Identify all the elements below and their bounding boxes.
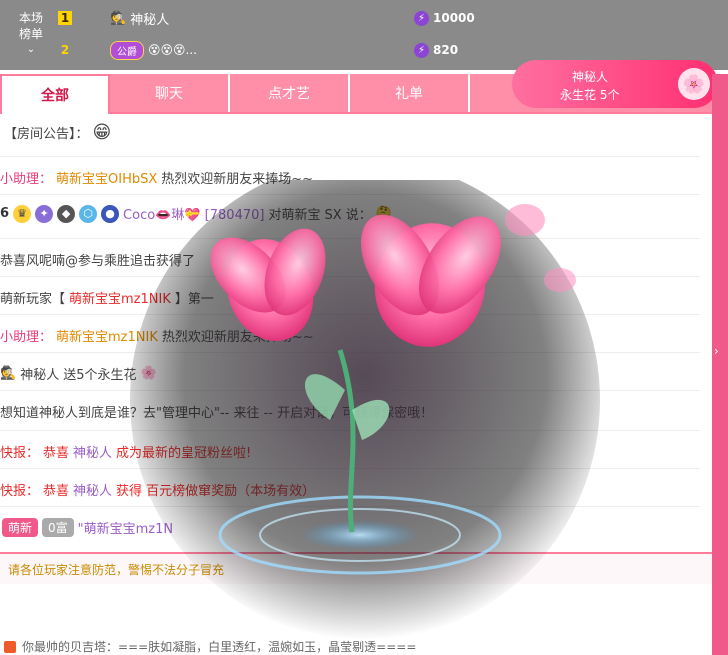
leaderboard-row[interactable]: 1 🕵 神秘人 ⚡ 10000 <box>52 6 692 30</box>
leaderboard-label-line1: 本场 <box>18 11 43 25</box>
rank-score-value: 10000 <box>433 11 475 25</box>
chat-message: 🕵 神秘人 送5个永生花 🌸 <box>0 364 700 383</box>
chat-list[interactable]: 【房间公告】： 😁 小助理： 萌新宝宝OIHbSX 热烈欢迎新朋友来捧场~~ 6… <box>0 112 712 552</box>
chat-prefix: 小助理： <box>0 172 53 187</box>
rank-name: 🕵 神秘人 <box>110 9 169 28</box>
rank-score: ⚡ 820 <box>414 42 459 58</box>
chat-message: 想知道神秘人到底是谁？去"管理中心"-- 来往 -- 开启对话，可获得保密哦！ <box>0 402 700 421</box>
wealth-tag: 0富 <box>42 518 74 537</box>
tab-gift-list[interactable]: 礼单 <box>350 74 469 112</box>
rank-number: 2 <box>60 43 70 57</box>
bottom-message: 你最帅的贝吉塔：===肤如凝脂，白里透红，温婉如玉，晶莹剔透==== <box>0 638 716 655</box>
round-medal-icon: ● <box>101 204 120 223</box>
chat-message: 萌新玩家【 萌新宝宝mz1NIK 】第一 <box>0 288 700 307</box>
bolt-icon: ⚡ <box>414 42 429 58</box>
chevron-right-icon[interactable]: › <box>714 344 719 358</box>
security-notice: 请各位玩家注意防范，警惕不法分子冒充 <box>0 552 712 584</box>
leaderboard-label-line2: 榜单 <box>18 27 43 41</box>
chat-highlight: 恭喜 <box>43 446 70 461</box>
chat-suffix: SX 说： <box>324 208 372 223</box>
chat-prefix: 快报： <box>0 484 40 499</box>
bottom-message-text: 你最帅的贝吉塔：===肤如凝脂，白里透红，温婉如玉，晶莹剔透==== <box>22 640 417 654</box>
chat-text: 【房间公告】： <box>4 127 89 142</box>
chat-message: 小助理： 萌新宝宝OIHbSX 热烈欢迎新朋友来捧场~~ <box>0 168 700 187</box>
diamond-medal-icon: ◆ <box>57 204 76 223</box>
gift-sender: 神秘人 <box>572 70 609 84</box>
tab-chat[interactable]: 聊天 <box>110 74 229 112</box>
chat-text: 】第一 <box>174 292 214 307</box>
chat-suffix: 百元榜做窜奖励（本场有效） <box>146 484 316 499</box>
crown-medal-icon: ♛ <box>13 204 32 223</box>
chat-text: 热烈欢迎新朋友来捧场~~ <box>161 330 314 345</box>
chat-username[interactable]: Coco👄琳💝 [780470] <box>123 204 264 223</box>
leaderboard-row[interactable]: 2 公爵 😵😵😵... ⚡ 820 <box>52 38 692 62</box>
chat-text: 成为最新的皇冠粉丝啦! <box>116 446 252 461</box>
chat-username[interactable]: 神秘人 <box>73 480 112 499</box>
gift-detail: 永生花 5个 <box>560 88 620 102</box>
chat-prefix: 快报： <box>0 446 40 461</box>
rank-score: ⚡ 10000 <box>414 10 475 26</box>
chat-username[interactable]: 神秘人 <box>73 442 112 461</box>
chat-prefix: 萌新玩家【 <box>0 292 66 307</box>
chat-username[interactable]: 萌新宝宝mz1NIK <box>56 326 158 345</box>
chat-text: 获得 <box>116 484 143 499</box>
right-side-panel[interactable]: › <box>712 74 728 655</box>
chat-message: 6 ♛ ✦ ◆ ⬡ ● Coco👄琳💝 [780470] 对萌新宝 SX 说： … <box>0 204 700 223</box>
chat-message: 快报： 恭喜 神秘人 获得 百元榜做窜奖励（本场有效） <box>0 480 700 499</box>
chat-username[interactable]: 萌新宝宝mz1NIK <box>69 288 171 307</box>
tab-talent[interactable]: 点才艺 <box>230 74 349 112</box>
newbie-tag: 萌新 <box>2 518 39 537</box>
user-level: 6 <box>0 206 10 221</box>
chat-text: 送5个永生花 <box>63 368 137 383</box>
chat-message: 【房间公告】： 😁 <box>4 122 704 143</box>
rank-number: 1 <box>58 11 72 25</box>
chat-text: 想知道神秘人到底是谁？去"管理中心"-- 来往 -- 开启对话，可获得保密哦！ <box>0 406 434 421</box>
message-icon <box>4 640 16 653</box>
mystery-user-icon: 🕵 <box>0 366 17 381</box>
cube-medal-icon: ⬡ <box>79 204 98 223</box>
chevron-down-icon[interactable]: ⌄ <box>10 42 52 58</box>
chat-message: 快报： 恭喜 神秘人 成为最新的皇冠粉丝啦! <box>0 442 700 461</box>
notice-text: 请各位玩家注意防范，警惕不法分子冒充 <box>8 562 225 577</box>
rank-score-value: 820 <box>433 43 459 57</box>
chat-message: 小助理： 萌新宝宝mz1NIK 热烈欢迎新朋友来捧场~~ <box>0 326 700 345</box>
chat-prefix: 小助理： <box>0 330 53 345</box>
wings-medal-icon: ✦ <box>35 204 54 223</box>
bolt-icon: ⚡ <box>414 10 429 26</box>
chat-message: 萌新 0富 "萌新宝宝mz1N <box>2 518 702 537</box>
smile-emoji-icon: 😁 <box>92 122 112 143</box>
leaderboard-label[interactable]: 本场 榜单 ⌄ <box>10 10 52 58</box>
chat-username[interactable]: 神秘人 <box>20 364 59 383</box>
chat-username[interactable]: 萌新宝宝OIHbSX <box>56 168 157 187</box>
chat-text: "萌新宝宝mz1N <box>77 522 174 537</box>
chat-text: 对萌新宝 <box>268 208 321 223</box>
chat-text: 热烈欢迎新朋友来捧场~~ <box>161 172 314 187</box>
mystery-user-icon: 🕵 <box>110 10 127 26</box>
rank-badge: 公爵 <box>110 40 144 60</box>
rank-name-text: 😵😵😵... <box>148 43 197 57</box>
tab-all[interactable]: 全部 <box>0 74 110 114</box>
rank-name: 公爵 😵😵😵... <box>110 40 197 60</box>
chat-message: 恭喜风呢喃@参与乘胜追击获得了 <box>0 250 700 269</box>
flower-icon: 🌸 <box>140 366 157 381</box>
chat-text: 恭喜风呢喃@参与乘胜追击获得了 <box>0 254 196 269</box>
rank-name-text: 神秘人 <box>130 12 170 28</box>
flower-icon: 🌸 <box>678 68 710 100</box>
emoji-icon: 🤔 <box>375 206 392 221</box>
chat-highlight: 恭喜 <box>43 484 70 499</box>
gift-notification-badge[interactable]: 神秘人 永生花 5个 🌸 <box>512 60 718 108</box>
